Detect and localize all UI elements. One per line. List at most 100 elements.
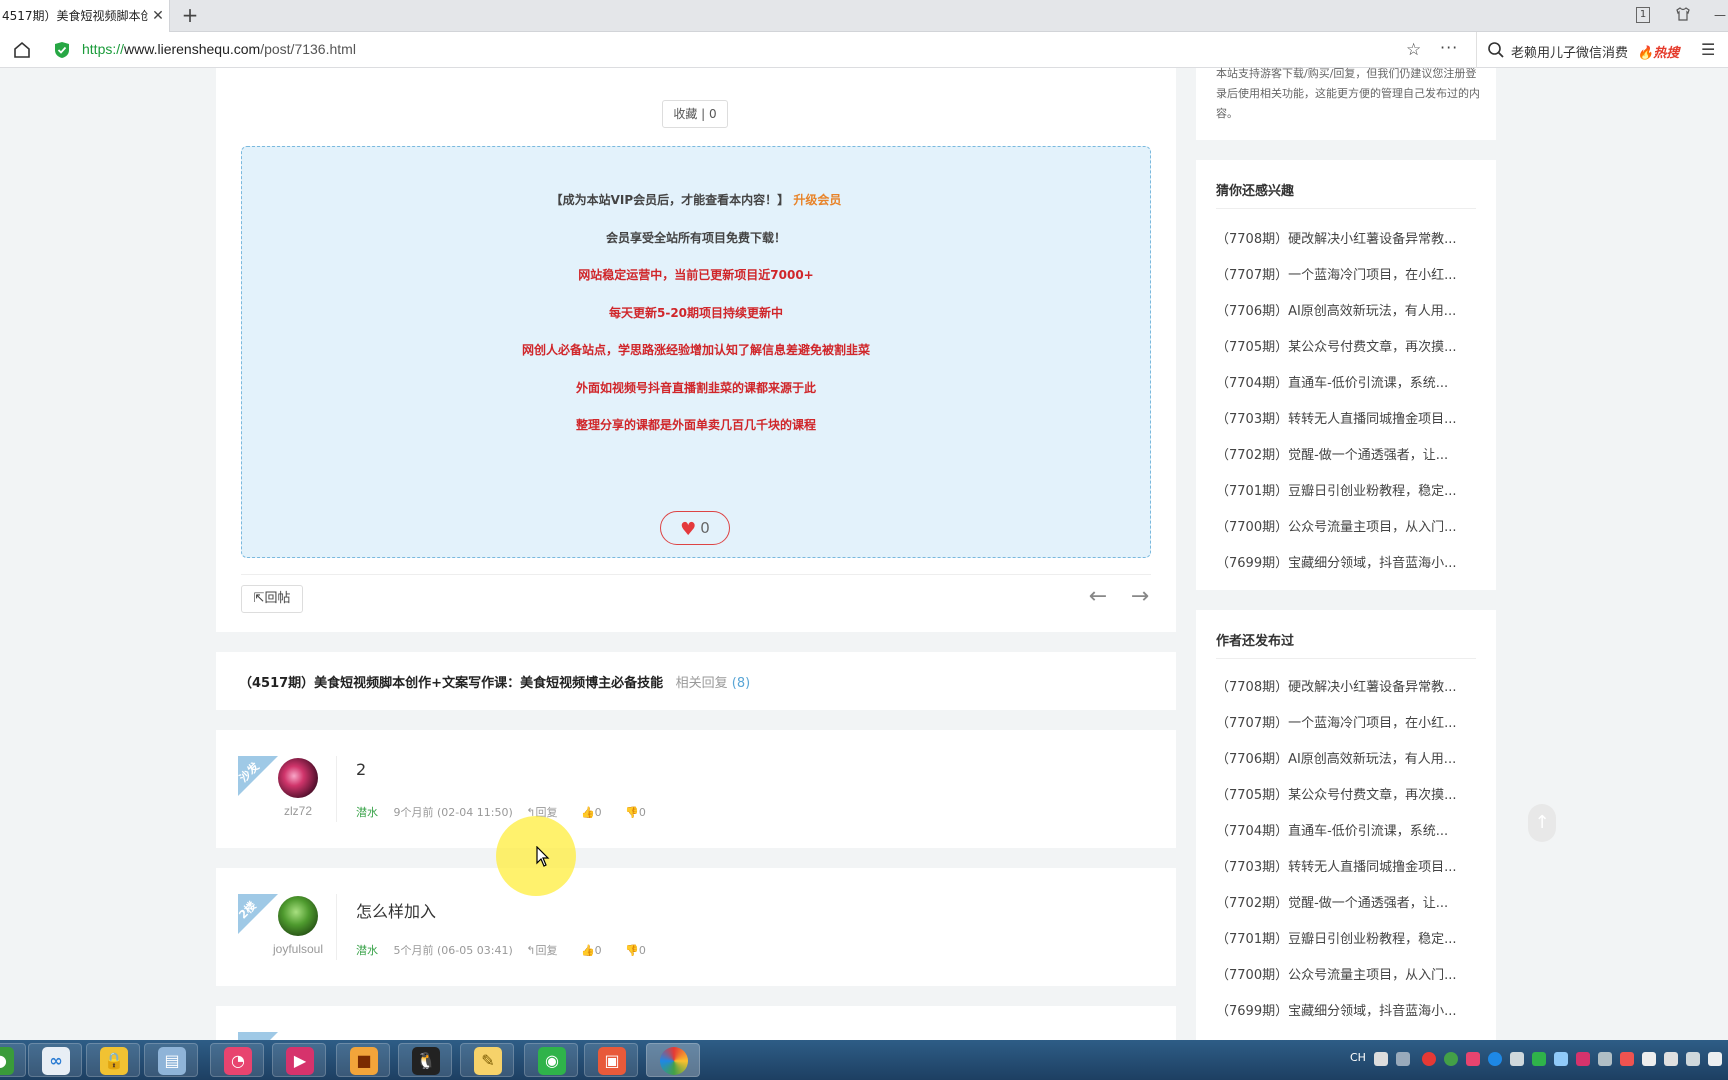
taskbar-app[interactable]: ▣	[584, 1043, 638, 1077]
tray-icon[interactable]	[1396, 1052, 1410, 1066]
reply-post-button[interactable]: ⇱回帖	[241, 585, 303, 613]
battery-icon[interactable]	[1686, 1052, 1700, 1066]
browser-icon	[660, 1047, 688, 1075]
author-post-item[interactable]: （7700期）公众号流量主项目，从入门...	[1216, 964, 1478, 983]
bookmark-star-icon[interactable]: ☆	[1406, 40, 1421, 60]
author-post-item[interactable]: （7702期）觉醒-做一个通透强者，让...	[1216, 892, 1478, 911]
volume-icon[interactable]	[1708, 1052, 1722, 1066]
interest-item[interactable]: （7699期）宝藏细分领域，抖音蓝海小...	[1216, 552, 1478, 571]
speaker-icon[interactable]	[1642, 1052, 1656, 1066]
menu-icon[interactable]: ☰	[1701, 40, 1715, 59]
author-post-item[interactable]: （7705期）某公众号付费文章，再次摸...	[1216, 784, 1478, 803]
author-post-item[interactable]: （7708期）硬改解决小红薯设备异常教...	[1216, 676, 1478, 695]
shirt-icon[interactable]	[1674, 6, 1692, 24]
related-replies: 相关回复 (8)	[675, 676, 751, 691]
home-icon[interactable]	[12, 40, 32, 60]
upgrade-membership-link[interactable]: 升级会员	[793, 193, 841, 207]
browser-search-box[interactable]: 老赖用儿子微信消费 🔥热搜 ☰	[1476, 32, 1728, 68]
thumbs-down-icon[interactable]: 👎0	[625, 806, 656, 819]
app-icon: ●	[0, 1047, 14, 1075]
taskbar-app[interactable]: 🐧	[398, 1043, 452, 1077]
interest-item[interactable]: （7703期）转转无人直播同城撸金项目...	[1216, 408, 1478, 427]
author-post-item[interactable]: （7704期）直通车-低价引流课，系统...	[1216, 820, 1478, 839]
tray-icon[interactable]	[1444, 1052, 1458, 1066]
comment-reply-link[interactable]: ↰回复	[526, 944, 567, 957]
taskbar-app[interactable]: ◔	[210, 1043, 264, 1077]
browser-tab[interactable]: 4517期）美食短视频脚本创	[0, 0, 170, 32]
avatar[interactable]	[278, 896, 318, 936]
more-icon[interactable]: ···	[1440, 38, 1458, 57]
thumbs-up-icon[interactable]: 👍0	[581, 806, 612, 819]
taskbar-app-active[interactable]	[646, 1043, 700, 1077]
close-icon[interactable]: ✕	[148, 0, 168, 32]
back-to-top-icon[interactable]: ↑	[1528, 804, 1556, 842]
author-post-item[interactable]: （7703期）转转无人直播同城撸金项目...	[1216, 856, 1478, 875]
vip-line-4: 每天更新5-20期项目持续更新中	[608, 306, 784, 320]
taskbar-app[interactable]: ●	[0, 1043, 26, 1077]
tray-icon[interactable]	[1532, 1052, 1546, 1066]
interest-item[interactable]: （7700期）公众号流量主项目，从入门...	[1216, 516, 1478, 535]
taskbar-app[interactable]: ■	[336, 1043, 390, 1077]
author-posts-card: 作者还发布过 （7708期）硬改解决小红薯设备异常教... （7707期）一个蓝…	[1196, 610, 1496, 1040]
search-icon[interactable]	[1487, 41, 1505, 59]
tray-icon[interactable]	[1598, 1052, 1612, 1066]
interest-item[interactable]: （7705期）某公众号付费文章，再次摸...	[1216, 336, 1478, 355]
tray-icon[interactable]	[1422, 1052, 1436, 1066]
taskbar-app[interactable]: 🔒	[86, 1043, 140, 1077]
tab-count-badge[interactable]: 1	[1636, 7, 1650, 23]
tray-icon[interactable]	[1466, 1052, 1480, 1066]
favorite-button[interactable]: 收藏 | 0	[662, 100, 728, 128]
interest-item[interactable]: （7704期）直通车-低价引流课，系统...	[1216, 372, 1478, 391]
author-post-item[interactable]: （7699期）宝藏细分领域，抖音蓝海小...	[1216, 1000, 1478, 1019]
address-bar: https://www.lierenshequ.com/post/7136.ht…	[0, 32, 1728, 68]
tray-icon[interactable]	[1554, 1052, 1568, 1066]
tray-icon[interactable]	[1576, 1052, 1590, 1066]
wechat-icon: ◉	[538, 1047, 566, 1075]
taskbar-app[interactable]: ◉	[524, 1043, 578, 1077]
comment-username[interactable]: zlz72	[246, 804, 350, 818]
comment-meta: 潜水 5个月前 (06-05 03:41) ↰回复 👍0 👎0	[356, 942, 666, 958]
interest-item[interactable]: （7701期）豆瓣日引创业粉教程，稳定...	[1216, 480, 1478, 499]
interest-item[interactable]: （7708期）硬改解决小红薯设备异常教...	[1216, 228, 1478, 247]
input-language[interactable]: CH	[1350, 1051, 1366, 1064]
notebook-icon: ▤	[158, 1047, 186, 1075]
flag-icon[interactable]	[1664, 1052, 1678, 1066]
comment-time: 5个月前 (06-05 03:41)	[393, 944, 513, 957]
author-post-item[interactable]: （7701期）豆瓣日引创业粉教程，稳定...	[1216, 928, 1478, 947]
taskbar-app[interactable]: ▤	[144, 1043, 198, 1077]
like-button[interactable]: ♥ 0	[660, 511, 730, 545]
folder-app-icon: ✎	[474, 1047, 502, 1075]
comment-content: 2	[356, 760, 367, 779]
url-field[interactable]: https://www.lierenshequ.com/post/7136.ht…	[82, 41, 356, 57]
interest-item[interactable]: （7707期）一个蓝海冷门项目，在小红...	[1216, 264, 1478, 283]
tray-icon[interactable]	[1374, 1052, 1388, 1066]
comments-title-card: （4517期）美食短视频脚本创作+文案写作课：美食短视频博主必备技能 相关回复 …	[216, 652, 1176, 710]
thumbs-down-icon[interactable]: 👎0	[625, 944, 656, 957]
avatar[interactable]	[278, 758, 318, 798]
vip-line-6: 外面如视频号抖音直播割韭菜的课都来源于此	[575, 381, 816, 395]
comment-item: 2楼 joyfulsoul 怎么样加入 潜水 5个月前 (06-05 03:41…	[216, 868, 1176, 986]
tray-icon[interactable]	[1510, 1052, 1524, 1066]
user-level-badge: 潜水	[356, 806, 378, 819]
interest-item[interactable]: （7706期）AI原创高效新玩法，有人用...	[1216, 300, 1478, 319]
vip-line-3: 网站稳定运营中，当前已更新项目近7000+	[578, 268, 814, 282]
taskbar-app[interactable]: ▶	[272, 1043, 326, 1077]
next-post-arrow-icon[interactable]: →	[1128, 586, 1152, 610]
tray-icon[interactable]	[1488, 1052, 1502, 1066]
previous-post-arrow-icon[interactable]: ←	[1086, 586, 1110, 610]
taskbar-app[interactable]: ✎	[460, 1043, 514, 1077]
new-tab-button[interactable]: +	[178, 4, 202, 28]
comment-time: 9个月前 (02-04 11:50)	[393, 806, 513, 819]
tray-icon[interactable]	[1620, 1052, 1634, 1066]
vip-line-1: 【成为本站VIP会员后，才能查看本内容！】 升级会员	[550, 193, 842, 207]
taskbar-app[interactable]: ∞	[28, 1043, 82, 1077]
thumbs-up-icon[interactable]: 👍0	[581, 944, 612, 957]
author-post-item[interactable]: （7707期）一个蓝海冷门项目，在小红...	[1216, 712, 1478, 731]
author-post-item[interactable]: （7706期）AI原创高效新玩法，有人用...	[1216, 748, 1478, 767]
divider	[241, 574, 1151, 575]
minimize-icon[interactable]: —	[1712, 6, 1728, 24]
interest-item[interactable]: （7702期）觉醒-做一个通透强者，让...	[1216, 444, 1478, 463]
search-suggestion[interactable]: 老赖用儿子微信消费	[1511, 42, 1628, 61]
comment-username[interactable]: joyfulsoul	[246, 942, 350, 956]
divider	[336, 756, 337, 822]
